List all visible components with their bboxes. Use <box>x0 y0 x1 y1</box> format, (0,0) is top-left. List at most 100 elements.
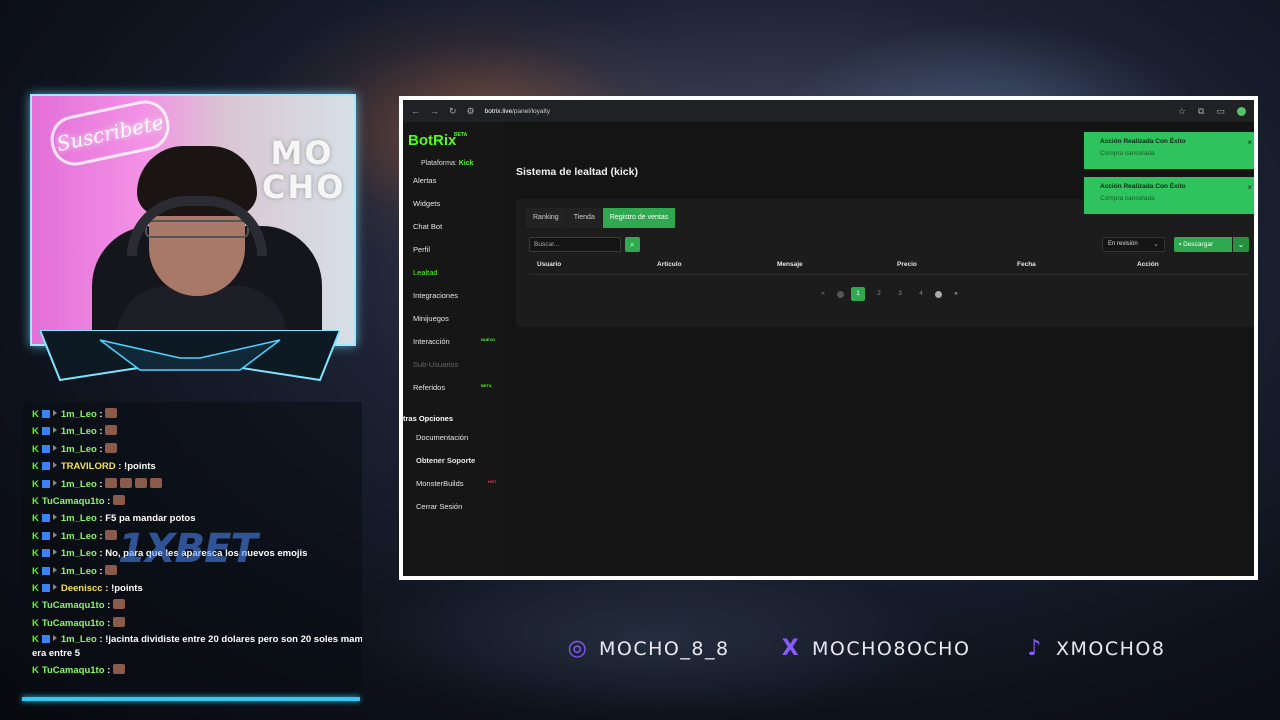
chat-username[interactable]: TuCamaqu1to <box>42 665 105 676</box>
close-icon[interactable]: × <box>1247 183 1252 192</box>
last-page-button[interactable]: » <box>949 287 963 301</box>
page-button[interactable]: 2 <box>872 287 886 301</box>
loyalty-card: Ranking Tienda Registro de ventas Buscar..… <box>516 199 1254 327</box>
download-dropdown-button[interactable]: ⌄ <box>1233 237 1249 252</box>
sidepanel-icon[interactable]: ▭ <box>1216 106 1225 117</box>
reload-icon[interactable]: ↻ <box>449 106 457 117</box>
table-header: Usuario Articulo Mensaje Precio Fecha Acción <box>529 261 1249 275</box>
chat-username[interactable]: TuCamaqu1to <box>42 618 105 629</box>
chat-username[interactable]: 1m_Leo <box>61 426 97 437</box>
chat-username[interactable]: 1m_Leo <box>61 531 97 542</box>
site-info-icon[interactable]: ⚙ <box>467 106 475 117</box>
chat-username[interactable]: 1m_Leo <box>61 634 97 645</box>
sidebar-item-alertas[interactable]: Alertas <box>413 174 436 188</box>
other-options-heading: tras Opciones <box>403 414 454 423</box>
emote-icon <box>105 442 118 453</box>
sidebar-item-cerrarsesin[interactable]: Cerrar Sesión <box>416 500 462 514</box>
kick-badge-icon: K <box>32 496 39 508</box>
tab-ranking[interactable]: Ranking <box>526 208 566 228</box>
chat-username[interactable]: 1m_Leo <box>61 548 97 559</box>
kick-badge-icon: K <box>32 426 39 438</box>
social-handle: X MOCHO8OCHO <box>778 636 970 662</box>
page-button[interactable]: 3 <box>893 287 907 301</box>
badge-arrow-icon <box>52 531 57 538</box>
prev-page-button[interactable] <box>837 290 844 298</box>
sidebar-item-obtenersoporte[interactable]: Obtener Soporte <box>416 454 475 468</box>
badge-arrow-icon <box>52 444 57 451</box>
status-filter-select[interactable]: En revisión ⌄ <box>1102 237 1165 252</box>
browser-window: ← → ↻ ⚙ botrix.live/panel/loyalty ☆ ⧉ ▭ … <box>399 96 1258 580</box>
social-handle-text: XMOCHO8 <box>1056 638 1166 660</box>
subscriber-badge-icon <box>41 531 50 540</box>
toast-title: Acción Realizada Con Éxito <box>1100 183 1186 190</box>
webcam-frame-decoration <box>40 330 340 382</box>
search-button[interactable]: ⌕ <box>625 237 640 252</box>
chat-text: !points <box>111 583 143 595</box>
toast-message: Compra cancelada <box>1100 195 1155 202</box>
file-icon: ▪ <box>1179 241 1182 248</box>
badge-arrow-icon <box>52 462 57 469</box>
page-button[interactable]: 4 <box>914 287 928 301</box>
tab-tienda[interactable]: Tienda <box>566 208 602 228</box>
sidebar-item-referidos[interactable]: Referidos <box>413 381 445 395</box>
chat-username[interactable]: 1m_Leo <box>61 409 97 420</box>
social-handle-text: MOCHO_8_8 <box>599 638 730 660</box>
badge-arrow-icon <box>52 584 57 591</box>
chat-username[interactable]: 1m_Leo <box>61 513 97 524</box>
chat-accent-bar <box>22 697 360 701</box>
extensions-icon[interactable]: ⧉ <box>1198 106 1204 117</box>
badge-arrow-icon <box>52 566 57 573</box>
sidebar-item-subusuarios[interactable]: Sub-Usuarios <box>413 358 458 372</box>
chat-username[interactable]: 1m_Leo <box>61 566 97 577</box>
page-button[interactable]: 1 <box>851 287 865 301</box>
sidebar-item-integraciones[interactable]: Integraciones <box>413 289 458 303</box>
botrix-logo[interactable]: BotRix <box>408 132 456 149</box>
kick-badge-icon: K <box>32 617 39 629</box>
sidebar-item-interaccin[interactable]: Interacción <box>413 335 450 349</box>
next-page-button[interactable] <box>935 290 942 298</box>
subscriber-badge-icon <box>41 514 50 523</box>
sponsor-watermark: 1XBET <box>118 526 258 572</box>
bookmark-star-icon[interactable]: ☆ <box>1178 106 1186 117</box>
chat-username[interactable]: TuCamaqu1to <box>42 600 105 611</box>
chat-message: K 1m_Leo : !jacinta dividiste entre 20 do… <box>32 632 362 662</box>
kick-badge-icon: K <box>32 583 39 595</box>
sidebar-item-lealtad[interactable]: Lealtad <box>413 266 438 280</box>
emote-icon <box>112 664 125 675</box>
sidebar-item-monsterbuilds[interactable]: MonsterBuilds <box>416 477 464 491</box>
chat-username[interactable]: 1m_Leo <box>61 444 97 455</box>
kick-badge-icon: K <box>32 665 39 677</box>
nav-badge: NUEVO <box>481 337 496 342</box>
subscriber-badge-icon <box>41 427 50 436</box>
kick-badge-icon: K <box>32 565 39 577</box>
instagram-icon: ◎ <box>567 636 589 661</box>
tab-registrodeventas[interactable]: Registro de ventas <box>602 208 676 228</box>
back-icon[interactable]: ← <box>411 106 420 116</box>
profile-avatar[interactable] <box>1237 106 1246 116</box>
badge-arrow-icon <box>52 427 57 434</box>
sidebar-item-widgets[interactable]: Widgets <box>413 197 440 211</box>
page-title: Sistema de lealtad (kick) <box>516 166 638 178</box>
chat-username[interactable]: TRAVILORD <box>61 461 116 472</box>
forward-icon[interactable]: → <box>430 106 439 116</box>
chat-username[interactable]: TuCamaqu1to <box>42 496 105 507</box>
first-page-button[interactable]: « <box>816 287 830 301</box>
sidebar-item-chatbot[interactable]: Chat Bot <box>413 220 442 234</box>
search-input[interactable]: Buscar... <box>529 237 621 252</box>
subscriber-badge-icon <box>41 549 50 558</box>
chat-username[interactable]: Deeniscc <box>61 583 103 594</box>
sidebar-item-documentacin[interactable]: Documentación <box>416 431 468 445</box>
sidebar-item-minijuegos[interactable]: Minijuegos <box>413 312 449 326</box>
tiktok-icon: ♪ <box>1027 636 1043 661</box>
sidebar-item-perfil[interactable]: Perfil <box>413 243 430 257</box>
social-handle-text: MOCHO8OCHO <box>812 638 971 660</box>
badge-arrow-icon <box>52 410 57 416</box>
chat-username[interactable]: 1m_Leo <box>61 479 97 490</box>
address-bar[interactable]: botrix.live/panel/loyalty <box>485 108 550 115</box>
platform-indicator: Plataforma: Kick <box>421 160 474 167</box>
close-icon[interactable]: × <box>1247 138 1252 147</box>
subscriber-badge-icon <box>41 584 50 593</box>
chat-message: K 1m_Leo : <box>32 423 362 440</box>
download-button[interactable]: ▪ Descargar <box>1174 237 1232 252</box>
chat-message: K 1m_Leo : <box>32 476 362 493</box>
